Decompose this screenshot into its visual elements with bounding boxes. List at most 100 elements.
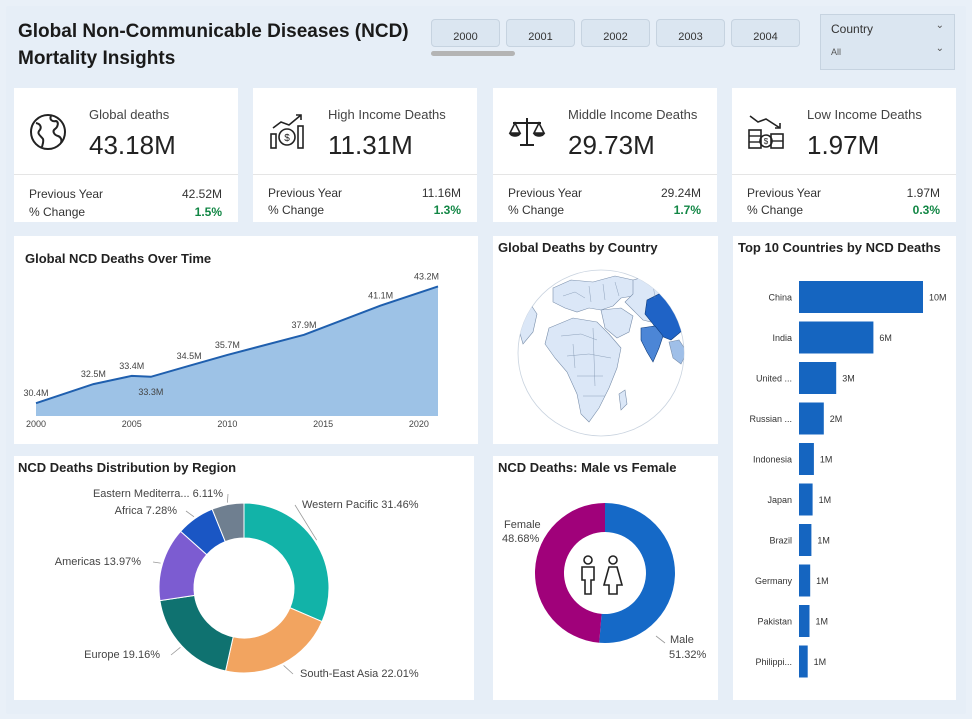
x-tick-label: 2020 bbox=[409, 419, 429, 429]
bar bbox=[799, 402, 824, 435]
bar-value-label: 6M bbox=[879, 333, 892, 343]
divider bbox=[253, 174, 477, 175]
bar-value-label: 1M bbox=[820, 455, 833, 465]
data-label: 41.1M bbox=[368, 291, 393, 301]
country-slicer[interactable]: Country ⌄ All ⌄ bbox=[820, 14, 955, 70]
declining-money-icon: $ bbox=[748, 115, 784, 149]
world-map[interactable] bbox=[493, 236, 718, 444]
region-label: Europe 19.16% bbox=[84, 649, 160, 661]
leader-line bbox=[283, 665, 294, 675]
bar-category-label: Russian ... bbox=[749, 414, 792, 424]
change-label: % Change bbox=[747, 203, 804, 217]
kpi-card-global: Global deaths 43.18M Previous Year 42.52… bbox=[14, 88, 238, 222]
previous-year-row: Previous Year 29.24M bbox=[508, 186, 701, 200]
top10-bar-chart[interactable]: China 10M India 6M United ... 3M Russian ... 2M… bbox=[733, 236, 956, 700]
region-label: South-East Asia 22.01% bbox=[300, 668, 419, 680]
bar-category-label: Germany bbox=[755, 576, 793, 586]
previous-year-label: Previous Year bbox=[508, 186, 583, 200]
male-percent: 51.32% bbox=[669, 649, 707, 661]
map-card: Global Deaths by Country bbox=[493, 236, 718, 444]
kpi-value: 1.97M bbox=[807, 130, 880, 160]
female-label: Female bbox=[504, 519, 541, 531]
year-button-2000[interactable]: 2000 bbox=[431, 19, 500, 47]
year-button-2003[interactable]: 2003 bbox=[656, 19, 725, 47]
change-value: 0.3% bbox=[912, 203, 940, 217]
kpi-title: Low Income Deaths bbox=[807, 107, 922, 122]
kpi-value: 43.18M bbox=[89, 130, 176, 160]
leader-line bbox=[170, 646, 181, 656]
bar bbox=[799, 443, 814, 475]
male-label: Male bbox=[670, 634, 694, 646]
kpi-value: 11.31M bbox=[328, 130, 413, 160]
x-tick-label: 2010 bbox=[217, 419, 237, 429]
bar-category-label: Indonesia bbox=[753, 455, 792, 465]
bar bbox=[799, 321, 874, 354]
chevron-down-icon[interactable]: ⌄ bbox=[936, 43, 944, 54]
gender-donut-chart[interactable]: Female 48.68% Male 51.32% bbox=[493, 456, 718, 700]
change-value: 1.7% bbox=[673, 203, 701, 217]
previous-year-row: Previous Year 1.97M bbox=[747, 186, 940, 200]
region-label: Americas 13.97% bbox=[55, 556, 141, 568]
kpi-title: Middle Income Deaths bbox=[568, 107, 698, 122]
data-label: 30.4M bbox=[23, 388, 48, 398]
region-slice bbox=[224, 607, 323, 674]
year-button-2002[interactable]: 2002 bbox=[581, 19, 650, 47]
data-label: 34.5M bbox=[177, 351, 202, 361]
previous-year-value: 11.16M bbox=[421, 186, 461, 200]
change-row: % Change 1.3% bbox=[268, 203, 461, 217]
bar bbox=[799, 362, 837, 394]
x-tick-label: 2015 bbox=[313, 419, 333, 429]
leader-line bbox=[227, 493, 229, 503]
change-row: % Change 0.3% bbox=[747, 203, 940, 217]
bar-value-label: 3M bbox=[842, 374, 855, 384]
bar bbox=[799, 524, 812, 556]
previous-year-value: 42.52M bbox=[181, 187, 222, 201]
kpi-card-low-income: $ Low Income Deaths 1.97M Previous Year … bbox=[732, 88, 956, 222]
region-label: Eastern Mediterra... 6.11% bbox=[93, 488, 223, 500]
region-label: Western Pacific 31.46% bbox=[302, 499, 419, 511]
scale-icon bbox=[508, 118, 546, 146]
female-percent: 48.68% bbox=[502, 533, 540, 545]
change-label: % Change bbox=[508, 203, 565, 217]
bar-category-label: Philippi... bbox=[755, 657, 792, 667]
previous-year-label: Previous Year bbox=[29, 187, 104, 201]
x-tick-label: 2000 bbox=[26, 419, 46, 429]
previous-year-label: Previous Year bbox=[747, 186, 822, 200]
title-line-2: Mortality Insights bbox=[18, 48, 176, 69]
year-button-2004[interactable]: 2004 bbox=[731, 19, 800, 47]
data-label: 35.7M bbox=[215, 340, 240, 350]
year-slicer-scrollbar[interactable] bbox=[431, 51, 515, 56]
region-slice bbox=[243, 502, 330, 623]
bar-category-label: Brazil bbox=[769, 536, 792, 546]
top10-card: Top 10 Countries by NCD Deaths China 10M I… bbox=[733, 236, 956, 700]
kpi-value: 29.73M bbox=[568, 130, 655, 160]
bar-value-label: 1M bbox=[814, 657, 827, 667]
previous-year-row: Previous Year 11.16M bbox=[268, 186, 461, 200]
bar-value-label: 1M bbox=[816, 576, 829, 586]
divider bbox=[732, 174, 956, 175]
data-label: 33.3M bbox=[138, 387, 163, 397]
money-chart-icon: $ bbox=[270, 114, 304, 149]
data-label: 32.5M bbox=[81, 369, 106, 379]
bar-value-label: 2M bbox=[830, 414, 843, 424]
country-slicer-value: All bbox=[831, 47, 842, 57]
leader-line bbox=[655, 635, 666, 644]
svg-text:$: $ bbox=[284, 133, 290, 144]
region-slice bbox=[159, 594, 234, 672]
bar bbox=[799, 564, 811, 597]
kpi-title: High Income Deaths bbox=[328, 107, 446, 122]
bar bbox=[799, 281, 923, 313]
area-chart[interactable]: 30.4M 32.5M 33.4M 33.3M 34.5M 35.7M 37.9M 41.1M… bbox=[14, 236, 478, 444]
collapse-chevron-icon[interactable]: ⌄ bbox=[936, 20, 944, 31]
change-value: 1.3% bbox=[433, 203, 461, 217]
region-donut-chart[interactable]: Western Pacific 31.46% South-East Asia 22… bbox=[14, 456, 474, 700]
region-donut-card: NCD Deaths Distribution by Region Wester… bbox=[14, 456, 474, 700]
kpi-title: Global deaths bbox=[89, 107, 170, 122]
change-label: % Change bbox=[29, 205, 86, 219]
previous-year-label: Previous Year bbox=[268, 186, 343, 200]
previous-year-value: 29.24M bbox=[660, 186, 701, 200]
year-button-2001[interactable]: 2001 bbox=[506, 19, 575, 47]
bar-category-label: China bbox=[768, 293, 792, 303]
divider bbox=[14, 174, 238, 175]
kpi-card-middle-income: Middle Income Deaths 29.73M Previous Yea… bbox=[493, 88, 717, 222]
